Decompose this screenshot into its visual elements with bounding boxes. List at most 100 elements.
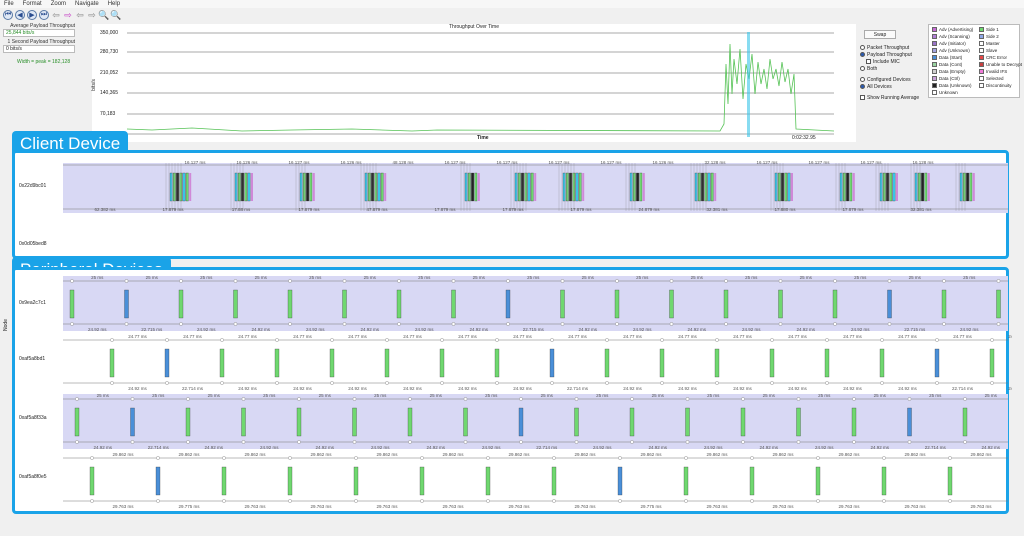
legend-label: Adv (Unknown)	[939, 48, 970, 53]
legend-item: Unable to Decrypt	[979, 62, 1022, 67]
menu-help[interactable]: Help	[108, 1, 120, 7]
interval-label: 25 ms	[800, 275, 813, 280]
peripheral-marker	[669, 279, 674, 283]
throughput-stats: Average Payload Throughput 25,844 bits/s…	[3, 23, 83, 83]
peripheral-marker	[684, 456, 688, 460]
interval-label: 24.92 ms	[759, 445, 778, 450]
last-icon[interactable]: ⏭	[39, 10, 49, 20]
interval-label: 25 ms	[309, 275, 322, 280]
peripheral-marker	[156, 456, 160, 460]
interval-label: 24.92 ms	[251, 327, 270, 332]
legend-label: Discontinuity	[986, 83, 1012, 88]
interval-label: 16.127 ms	[548, 160, 570, 165]
interval-label: 24.77 ms	[623, 334, 642, 339]
client-packet	[918, 172, 921, 202]
peripheral-marker	[825, 381, 829, 385]
client-packet	[471, 172, 474, 202]
peripheral-marker	[724, 322, 728, 326]
peripheral-marker	[996, 279, 1001, 283]
interval-label: 25 ms	[691, 275, 704, 280]
peripheral-marker	[440, 338, 444, 342]
interval-label: 22.715 ms	[141, 327, 163, 332]
peripheral-packet	[353, 466, 359, 496]
peripheral-marker	[506, 322, 510, 326]
peripheral-packet	[124, 289, 129, 319]
interval-label: 25 ms	[874, 393, 887, 398]
interval-label: 25 ms	[527, 275, 540, 280]
interval-label: 17.879 ms	[502, 207, 524, 212]
second-throughput-value: 0 bits/s	[3, 45, 75, 53]
peripheral-marker	[451, 279, 456, 283]
peripheral-marker	[354, 499, 358, 503]
client-packet	[633, 172, 636, 202]
interval-label: 24.92 ms	[851, 327, 870, 332]
arrow-forward-icon[interactable]: ⇨	[87, 10, 97, 20]
packet-throughput-option[interactable]: Packet Throughput	[860, 44, 930, 51]
peripheral-packet	[934, 348, 940, 378]
arrow-left-icon[interactable]: ⇦	[51, 10, 61, 20]
client-packet	[707, 172, 711, 202]
y-tick-5: 70,183	[100, 111, 116, 117]
previous-icon[interactable]: ◀	[15, 10, 25, 20]
peripheral-marker	[463, 397, 468, 401]
interval-label: 22.714 ms	[148, 445, 170, 450]
client-packet	[924, 172, 928, 202]
peripheral-packet	[109, 348, 115, 378]
peripheral-marker	[70, 322, 74, 326]
interval-label: 25 ms	[929, 393, 942, 398]
peripheral-marker	[330, 381, 334, 385]
menu-bar: File Format Zoom Navigate Help	[0, 0, 1024, 8]
peripheral-packet	[185, 407, 191, 437]
menu-zoom[interactable]: Zoom	[51, 1, 66, 7]
payload-throughput-option[interactable]: Payload Throughput	[860, 51, 930, 58]
interval-label: 29.862 ms	[904, 452, 926, 457]
interval-label: 17.879 ms	[570, 207, 592, 212]
legend-item: Master	[979, 41, 1000, 46]
peripheral-marker	[852, 397, 856, 401]
peripheral-marker	[907, 397, 912, 401]
include-mic-option[interactable]: Include MIC	[860, 58, 930, 65]
menu-navigate[interactable]: Navigate	[75, 1, 99, 7]
interval-label: 24.92 ms	[843, 386, 862, 391]
zoom-out-icon[interactable]: 🔍	[110, 10, 121, 20]
zoom-in-icon[interactable]: 🔍	[98, 10, 109, 20]
interval-label: 29.763 ms	[970, 504, 992, 509]
peripheral-packet	[233, 289, 238, 319]
interval-label: 24.92 ms	[788, 386, 807, 391]
arrow-back-icon[interactable]: ⇦	[75, 10, 85, 20]
legend-item: Data (Start)	[932, 55, 962, 60]
configured-devices-option[interactable]: Configured Devices	[860, 76, 930, 83]
menu-file[interactable]: File	[4, 1, 14, 7]
peripheral-marker	[352, 397, 357, 401]
interval-label: 24.77 ms	[733, 334, 752, 339]
menu-format[interactable]: Format	[23, 1, 42, 7]
peripheral-marker	[948, 499, 952, 503]
interval-label: 24.92 ms	[371, 445, 390, 450]
y-tick-4: 140,365	[100, 90, 119, 96]
legend-swatch	[932, 27, 937, 32]
peripheral-packet	[996, 289, 1001, 319]
swap-button[interactable]: Swap	[864, 30, 896, 39]
interval-label: 29.862 ms	[244, 452, 266, 457]
interval-label: 24.92 ms	[260, 445, 279, 450]
peripheral-marker	[963, 440, 967, 444]
legend-label: Data (Unknown)	[939, 83, 972, 88]
all-devices-option[interactable]: All Devices	[860, 83, 930, 90]
interval-label: 25 ms	[430, 393, 443, 398]
client-packet	[778, 172, 781, 202]
interval-label: 24.77 ms	[788, 334, 807, 339]
running-average-option[interactable]: Show Running Average	[860, 94, 930, 101]
interval-label: 22.715 ms	[523, 327, 545, 332]
next-icon[interactable]: ▶	[27, 10, 37, 20]
peripheral-packet	[740, 407, 746, 437]
peripheral-packet	[629, 407, 635, 437]
client-packet	[701, 172, 704, 202]
both-option[interactable]: Both	[860, 65, 930, 72]
client-packet	[303, 172, 306, 202]
peripheral-packet	[155, 466, 161, 496]
interval-label: 32.128 ms	[704, 160, 726, 165]
arrow-right-pink-icon[interactable]: ⇨	[63, 10, 73, 20]
interval-label: 29.775 ms	[178, 504, 200, 509]
first-icon[interactable]: ⏮	[3, 10, 13, 20]
chart-cursor[interactable]	[747, 32, 750, 137]
